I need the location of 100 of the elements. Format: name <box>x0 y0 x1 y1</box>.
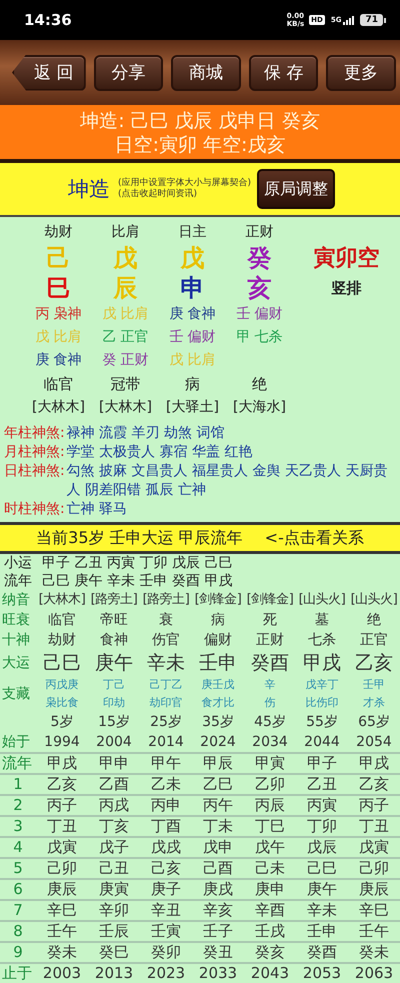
table-cell: 己巳 <box>307 859 337 878</box>
table-cell-text: 辛未 <box>147 651 185 676</box>
table-cell: 戊申 <box>203 838 233 857</box>
table-cell: 甲辰 <box>203 754 233 773</box>
table-cell: 癸未 <box>359 943 389 962</box>
row-label: 支藏 <box>1 685 30 704</box>
table-cell-text: 35岁 <box>202 713 234 732</box>
table-cell-text: 帝旺 <box>100 611 128 630</box>
table-cell: 己酉 <box>203 859 233 878</box>
table-cell-text: 45岁 <box>254 713 286 732</box>
table-cell-text: [山头火] <box>298 591 346 609</box>
row-label: 1 <box>13 775 23 794</box>
table-cell: 2053 <box>302 964 342 983</box>
row-label: 始于 <box>1 733 30 752</box>
table-cell-text: 15岁 <box>98 713 130 732</box>
row-label: 5 <box>13 859 23 878</box>
banner-text: 日空:寅卯 年空:戌亥 <box>114 132 286 156</box>
table-cell-text: 甲戌 <box>303 651 341 676</box>
table-cell: 甲午 <box>151 754 181 773</box>
row-label: 3 <box>13 817 23 836</box>
current-luck-text: 当前35岁 壬申大运 甲辰流年 <box>36 528 243 548</box>
hint-text[interactable]: (点击收起时间资讯) <box>118 189 252 200</box>
table-cell-text: 癸酉 <box>251 651 289 676</box>
table-cell: 乙未 <box>151 775 181 794</box>
table-cell: 甲申 <box>99 754 129 773</box>
table-cell: 己卯 <box>359 859 389 878</box>
table-cell: 丁巳 <box>255 817 285 836</box>
table-cell: 庚辰 <box>359 880 389 899</box>
heavenly-stem: 戊 <box>114 243 138 273</box>
table-cell: 2023 <box>146 964 186 983</box>
table-cell: 壬戌 <box>255 922 285 941</box>
table-cell-text: [剑锋金] <box>246 591 294 609</box>
table-cell: 甲戌 <box>47 754 77 773</box>
row-label: 流年 <box>4 572 32 590</box>
table-cell: 2043 <box>250 964 290 983</box>
ten-god-label: 比肩 <box>112 223 140 242</box>
table-cell: 2013 <box>94 964 134 983</box>
shensha-label: 日柱神煞: <box>4 462 65 481</box>
shensha-label: 时柱神煞: <box>4 500 65 519</box>
table-cell-text: 绝 <box>367 611 381 630</box>
hint-text[interactable]: (应用中设置字体大小与屏幕契合) <box>118 178 252 189</box>
life-stage: 绝 <box>252 374 267 395</box>
row-label: 纳音 <box>1 591 30 610</box>
hidden-stem: 壬 偏财 <box>236 305 283 324</box>
table-cell: 2003 <box>42 964 82 983</box>
table-cell-text: 衰 <box>159 611 173 630</box>
row-text: 己巳 庚午 辛未 壬申 癸酉 甲戌 <box>42 572 232 590</box>
table-cell: 丙戌 <box>99 796 129 815</box>
heavenly-stem: 己 <box>46 243 70 273</box>
table-cell: 庚午 <box>307 880 337 899</box>
table-cell: 戊子 <box>99 838 129 857</box>
table-cell: 丙子 <box>47 796 77 815</box>
table-cell: 丁卯 <box>307 817 337 836</box>
earthly-branch: 辰 <box>114 273 138 303</box>
hidden-stem: 庚 食神 <box>169 305 216 324</box>
table-cell-text: 1994 <box>44 733 80 752</box>
relations-link[interactable]: <-点击看关系 <box>264 528 364 548</box>
hidden-gods-text: 比伤印 <box>306 695 338 711</box>
hidden-stems-text: 丙戊庚 <box>46 677 78 693</box>
table-cell-text: 2024 <box>200 733 236 752</box>
table-cell: 庚寅 <box>99 880 129 899</box>
table-cell: 甲戌 <box>359 754 389 773</box>
table-cell: 丙寅 <box>307 796 337 815</box>
table-cell-text: 正官 <box>360 631 388 650</box>
toolbar-button[interactable]: 商城 <box>171 54 241 90</box>
table-cell: 乙酉 <box>99 775 129 794</box>
table-cell: 乙亥 <box>47 775 77 794</box>
table-cell: 癸亥 <box>255 943 285 962</box>
hidden-stem: 丙 枭神 <box>35 305 82 324</box>
toolbar-button[interactable]: 分享 <box>94 54 164 90</box>
nayin-label: [大林木] <box>99 398 152 417</box>
table-cell-text: 墓 <box>315 611 329 630</box>
table-cell-text: [大林木] <box>38 591 86 609</box>
vertical-layout-toggle[interactable]: 竖排 <box>332 278 362 298</box>
adjust-button[interactable]: 原局调整 <box>257 169 336 209</box>
table-cell: 壬寅 <box>151 922 181 941</box>
shensha-text: 亡神 驿马 <box>66 500 128 519</box>
table-cell: 壬午 <box>47 922 77 941</box>
table-cell: 癸酉 <box>307 943 337 962</box>
table-cell-text: [山头火] <box>350 591 398 609</box>
table-cell: 癸卯 <box>151 943 181 962</box>
table-cell-text: 偏财 <box>204 631 232 650</box>
table-cell: 甲子 <box>307 754 337 773</box>
hidden-stem: 壬 偏财 <box>169 328 216 347</box>
back-button[interactable]: 返 回 <box>12 54 86 90</box>
table-cell: 丙午 <box>203 796 233 815</box>
table-cell: 乙丑 <box>307 775 337 794</box>
table-cell: 癸巳 <box>99 943 129 962</box>
ten-god-label: 正财 <box>246 223 274 242</box>
table-cell: 己亥 <box>151 859 181 878</box>
table-cell: 庚戌 <box>203 880 233 899</box>
toolbar-button[interactable]: 更多 <box>326 54 396 90</box>
toolbar-button[interactable]: 保 存 <box>248 54 318 90</box>
life-stage: 冠带 <box>110 374 140 395</box>
table-cell-text: [路旁土] <box>142 591 190 609</box>
table-cell: 丙申 <box>151 796 181 815</box>
hidden-gods-text: 才杀 <box>363 695 385 711</box>
nayin-label: [大海水] <box>233 398 286 417</box>
table-cell-text: 2034 <box>252 733 288 752</box>
row-label: 2 <box>13 796 23 815</box>
